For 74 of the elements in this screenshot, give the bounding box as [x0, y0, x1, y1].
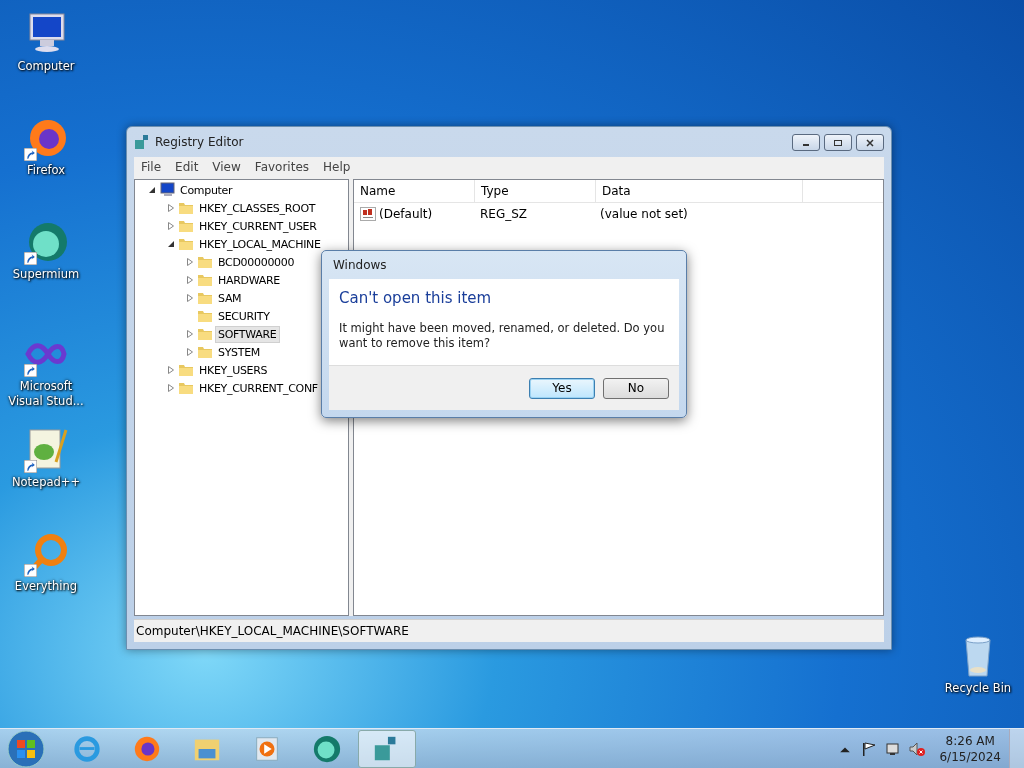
- desktop-icon-label: Notepad++: [11, 475, 81, 490]
- desktop-icon-label: Recycle Bin: [944, 681, 1012, 696]
- expand-arrow-icon[interactable]: [166, 366, 176, 374]
- table-cell-text: REG_SZ: [479, 207, 529, 221]
- maximize-button[interactable]: [824, 134, 852, 151]
- desktop-icon-label: Everything: [14, 579, 78, 594]
- dialog-button[interactable]: No: [603, 377, 669, 399]
- column-header[interactable]: Type: [475, 180, 596, 202]
- folder-icon: [197, 326, 213, 342]
- folder-icon: [178, 362, 194, 378]
- muted-speaker-icon[interactable]: [909, 741, 926, 757]
- clock-date[interactable]: 6/15/2024: [939, 749, 1001, 765]
- collapse-arrow-icon[interactable]: [147, 186, 157, 194]
- expand-arrow-icon[interactable]: [185, 348, 195, 356]
- tree-item[interactable]: BCD00000000: [215, 253, 298, 271]
- expand-arrow-icon[interactable]: [185, 258, 195, 266]
- tree-item[interactable]: SYSTEM: [215, 343, 264, 361]
- clock-time[interactable]: 8:26 AM: [945, 733, 995, 749]
- dialog-title: Windows: [332, 257, 388, 274]
- table-cell-text: (value not set): [599, 207, 689, 221]
- dialog-message: It might have been moved, renamed, or deleted. Do you want to remove this item?: [339, 321, 666, 351]
- tree-item[interactable]: HKEY_CLASSES_ROOT: [196, 199, 319, 217]
- tree-item[interactable]: SECURITY: [215, 307, 273, 325]
- tree-item[interactable]: HKEY_USERS: [196, 361, 271, 379]
- tree-item[interactable]: SAM: [215, 289, 245, 307]
- expand-arrow-icon[interactable]: [166, 384, 176, 392]
- status-bar: Computer\HKEY_LOCAL_MACHINE\SOFTWARE: [134, 619, 884, 642]
- menu-item[interactable]: Help: [316, 160, 358, 174]
- network-icon[interactable]: [885, 741, 902, 757]
- cubes-icon: [134, 134, 150, 150]
- collapse-arrow-icon[interactable]: [166, 240, 176, 248]
- desktop-icon-label: Supermium: [12, 267, 80, 282]
- column-header[interactable]: Name: [354, 180, 475, 202]
- expand-arrow-icon[interactable]: [185, 294, 195, 302]
- column-header[interactable]: Data: [596, 180, 803, 202]
- tree-item[interactable]: HKEY_CURRENT_USER: [196, 217, 320, 235]
- string-value-icon: [360, 206, 376, 222]
- window-title: Registry Editor: [155, 135, 244, 149]
- tree-item[interactable]: Computer: [177, 181, 236, 199]
- flag-icon[interactable]: [861, 741, 878, 757]
- expand-arrow-icon[interactable]: [185, 276, 195, 284]
- table-cell: (Default): [379, 207, 433, 221]
- dialog-button[interactable]: Yes: [529, 377, 595, 399]
- folder-icon: [178, 200, 194, 216]
- folder-icon: [178, 218, 194, 234]
- folder-icon: [197, 254, 213, 270]
- expand-arrow-icon[interactable]: [166, 204, 176, 212]
- close-button[interactable]: [856, 134, 884, 151]
- desktop-icon-label: Firefox: [26, 163, 66, 178]
- tree-item[interactable]: SOFTWARE: [215, 325, 280, 343]
- dialog-heading: Can't open this item: [339, 289, 493, 307]
- folder-icon: [197, 308, 213, 324]
- menu-item[interactable]: Edit: [168, 160, 206, 174]
- folder-icon: [178, 380, 194, 396]
- start-button[interactable]: [6, 729, 46, 768]
- folder-icon: [178, 236, 194, 252]
- menu-item[interactable]: View: [205, 160, 248, 174]
- tree-item[interactable]: HARDWARE: [215, 271, 283, 289]
- maximize-icon: [833, 137, 843, 148]
- desktop-icon-label: Microsoft Visual Stud...: [8, 379, 84, 409]
- expand-arrow-icon[interactable]: [166, 222, 176, 230]
- minimize-icon: [803, 144, 809, 146]
- tree-item[interactable]: HKEY_CURRENT_CONF: [196, 379, 321, 397]
- menu-item[interactable]: Favorites: [247, 160, 317, 174]
- menu-item[interactable]: File: [134, 160, 169, 174]
- desktop-icon-label: Computer: [17, 59, 75, 74]
- expand-arrow-icon[interactable]: [185, 330, 195, 338]
- minimize-button[interactable]: [792, 134, 820, 151]
- close-icon: [865, 137, 875, 148]
- tree-item[interactable]: HKEY_LOCAL_MACHINE: [196, 235, 324, 253]
- computer-icon: [159, 182, 175, 198]
- folder-icon: [197, 344, 213, 360]
- folder-icon: [197, 272, 213, 288]
- folder-icon: [197, 290, 213, 306]
